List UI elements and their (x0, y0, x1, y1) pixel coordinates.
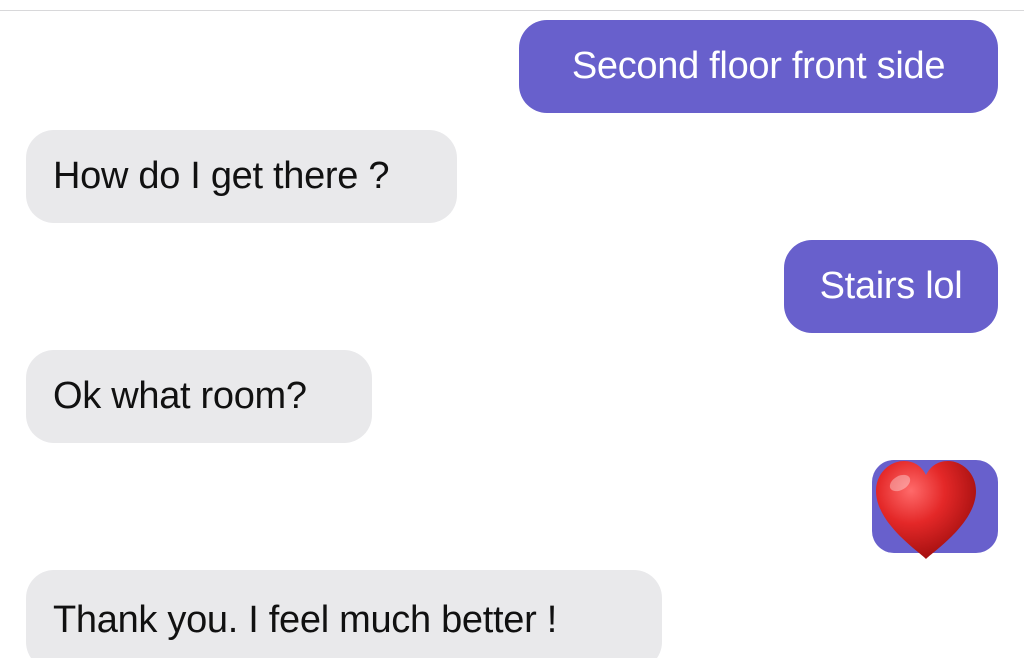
message-text: Ok what room? (53, 375, 307, 417)
message-text: Second floor front side (571, 45, 946, 87)
incoming-message-bubble[interactable]: Thank you. I feel much better ! (26, 570, 662, 658)
outgoing-message-bubble[interactable]: Second floor front side (519, 20, 998, 113)
message-thread: Second floor front side How do I get the… (0, 0, 1024, 658)
message-text: How do I get there ? (53, 155, 390, 197)
message-text: Stairs lol (819, 265, 963, 307)
incoming-message-bubble[interactable]: How do I get there ? (26, 130, 457, 223)
red-heart-icon[interactable] (870, 455, 982, 567)
message-text: Thank you. I feel much better ! (53, 598, 557, 641)
outgoing-message-bubble[interactable]: Stairs lol (784, 240, 998, 333)
top-divider (0, 10, 1024, 11)
incoming-message-bubble[interactable]: Ok what room? (26, 350, 372, 443)
